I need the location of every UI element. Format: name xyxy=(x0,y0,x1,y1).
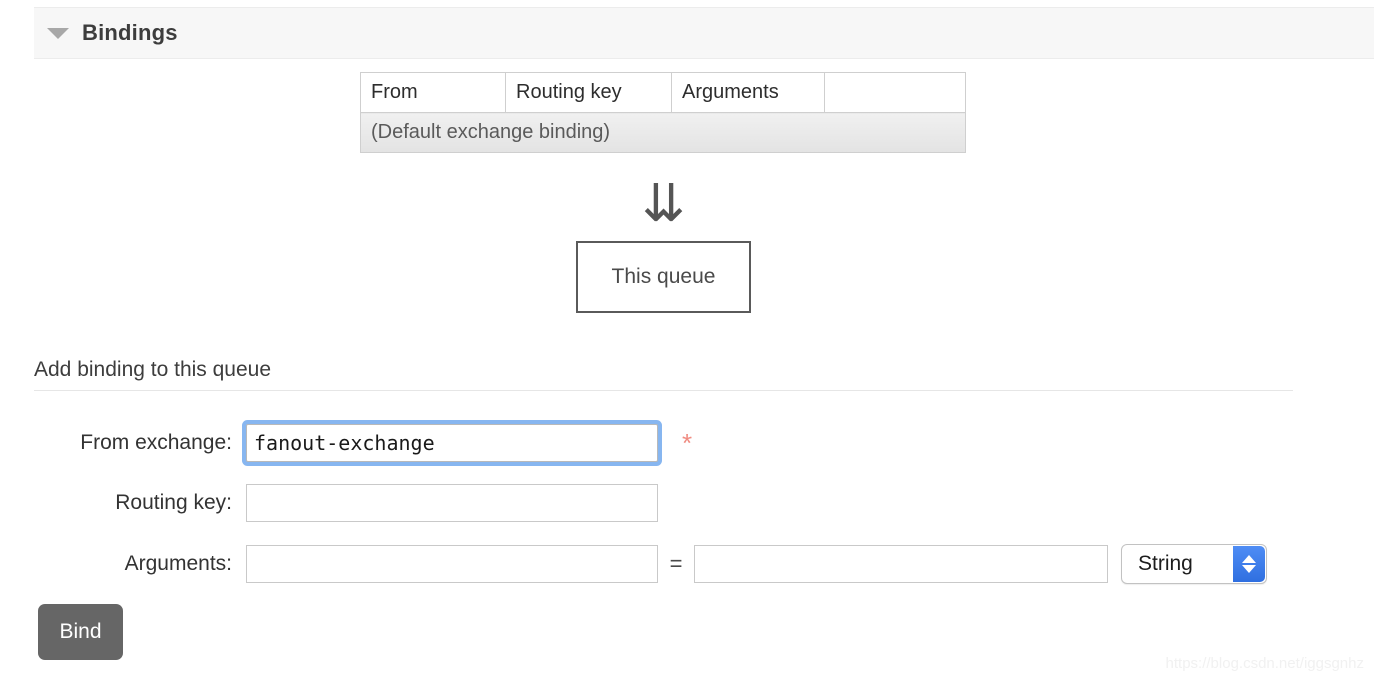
argument-value-input[interactable] xyxy=(694,545,1108,583)
page-title: Bindings xyxy=(82,20,178,45)
column-header-routing-key: Routing key xyxy=(505,72,672,113)
argument-type-select[interactable]: String xyxy=(1121,544,1267,584)
from-exchange-label: From exchange: xyxy=(80,431,232,454)
routing-key-input[interactable] xyxy=(246,484,658,522)
from-exchange-row: From exchange: * xyxy=(34,424,692,462)
form-divider xyxy=(34,390,1293,391)
arguments-label: Arguments: xyxy=(124,552,232,575)
arguments-row: Arguments: = String xyxy=(34,544,1267,584)
chevron-down-icon xyxy=(1242,565,1256,573)
from-exchange-input[interactable] xyxy=(246,424,658,462)
this-queue-box: This queue xyxy=(576,241,751,313)
argument-key-input[interactable] xyxy=(246,545,658,583)
triangle-down-icon[interactable] xyxy=(47,27,69,39)
table-header-row: From Routing key Arguments xyxy=(360,72,966,113)
add-binding-heading: Add binding to this queue xyxy=(34,358,272,381)
double-down-arrow-icon: ⇊ xyxy=(641,174,686,234)
routing-key-label: Routing key: xyxy=(115,491,232,514)
required-asterisk: * xyxy=(682,428,693,458)
column-header-blank xyxy=(824,72,966,113)
this-queue-label: This queue xyxy=(611,265,716,288)
column-header-arguments: Arguments xyxy=(671,72,825,113)
column-header-from: From xyxy=(360,72,506,113)
equals-sign: = xyxy=(669,551,683,576)
bind-button[interactable]: Bind xyxy=(38,604,123,660)
stepper-icon[interactable] xyxy=(1233,546,1265,582)
chevron-up-icon xyxy=(1242,555,1256,563)
table-row: (Default exchange binding) xyxy=(360,112,966,153)
bindings-table: From Routing key Arguments (Default exch… xyxy=(360,72,966,153)
bindings-section-header[interactable]: Bindings xyxy=(34,7,1374,59)
argument-type-selected-value: String xyxy=(1138,552,1193,575)
watermark: https://blog.csdn.net/iggsgnhz xyxy=(1165,655,1364,672)
default-exchange-binding-message: (Default exchange binding) xyxy=(360,112,966,153)
routing-key-row: Routing key: xyxy=(34,484,658,522)
